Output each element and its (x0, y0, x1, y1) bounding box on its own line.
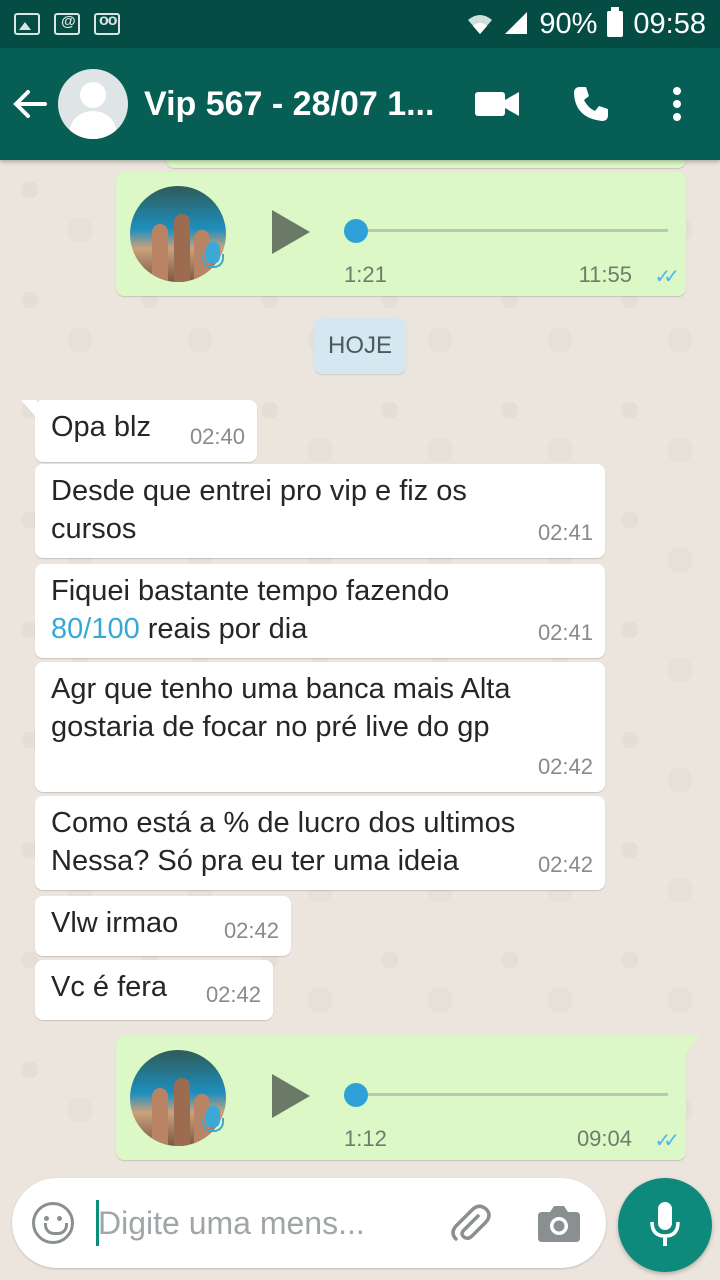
message-list[interactable]: 1:21 11:55 ✓✓ HOJE Opa blz 02:40 Desde q… (0, 160, 720, 1170)
message-bubble[interactable]: Vc é fera 02:42 (35, 960, 273, 1020)
message-bubble[interactable]: Desde que entrei pro vip e fiz os cursos… (35, 464, 605, 558)
message-text-line: Nessa? Só pra eu ter uma ideia (51, 845, 459, 877)
message-text-line: 80/100 reais por dia (51, 610, 589, 648)
camera-icon[interactable] (538, 1204, 580, 1242)
message-time: 02:42 (537, 852, 593, 877)
audio-progress-track[interactable] (356, 229, 668, 232)
message-bubble[interactable]: Vlw irmao 02:42 (35, 896, 291, 956)
chat-title[interactable]: Vip 567 - 28/07 1... (144, 85, 454, 124)
record-voice-button[interactable] (618, 1178, 712, 1272)
message-time: 02:41 (537, 620, 593, 645)
wifi-icon (468, 15, 493, 34)
audio-progress-track[interactable] (356, 1093, 668, 1096)
video-call-icon (475, 92, 519, 116)
message-text: Vc é fera (51, 971, 168, 1003)
mic-icon (202, 242, 224, 268)
audio-duration: 1:12 (344, 1126, 387, 1151)
video-call-button[interactable] (472, 48, 522, 160)
more-options-button[interactable] (660, 48, 694, 160)
avatar[interactable] (58, 69, 128, 139)
system-icons: 90% 09:58 (467, 7, 706, 41)
more-options-icon (673, 87, 681, 121)
play-button[interactable] (272, 1074, 310, 1118)
message-time: 11:55 (578, 262, 632, 287)
microphone-icon (650, 1202, 680, 1246)
photo-icon (14, 13, 40, 35)
mic-icon (202, 1106, 224, 1132)
audio-duration: 1:21 (344, 262, 387, 287)
message-time: 02:40 (189, 424, 245, 449)
message-input-container[interactable] (12, 1178, 606, 1268)
message-time: 02:42 (205, 982, 261, 1007)
phone-number-link[interactable]: 80/100 (51, 613, 140, 645)
voicemail-icon (94, 12, 120, 35)
back-button[interactable] (2, 48, 58, 160)
message-time: 09:04 (576, 1126, 632, 1151)
message-bubble[interactable]: Opa blz 02:40 (21, 400, 257, 462)
message-input[interactable] (98, 1196, 418, 1250)
play-button[interactable] (272, 210, 310, 254)
voice-message[interactable]: 1:21 11:55 ✓✓ (116, 172, 686, 296)
audio-progress-thumb[interactable] (344, 1083, 368, 1107)
attach-icon[interactable] (448, 1202, 492, 1246)
message-time: 02:42 (223, 918, 279, 943)
message-text-line: Como está a % de lucro dos ultimos (51, 807, 516, 839)
back-arrow-icon (13, 90, 47, 118)
bubble-tail (21, 400, 37, 418)
message-bubble[interactable]: Como está a % de lucro dos ultimos Nessa… (35, 796, 605, 890)
message-time: 02:41 (537, 520, 593, 545)
message-time: 02:42 (537, 754, 593, 779)
voice-call-button[interactable] (568, 48, 614, 160)
voice-message[interactable]: 1:12 09:04 ✓✓ (116, 1036, 700, 1160)
chat-header: Vip 567 - 28/07 1... (0, 48, 720, 160)
clock: 09:58 (633, 7, 706, 40)
message-text-line: gostaria de focar no pré live do gp (51, 711, 490, 743)
message-text-line: Agr que tenho uma banca mais Alta (51, 673, 511, 705)
message-bubble[interactable]: Agr que tenho uma banca mais Alta gostar… (35, 662, 605, 792)
signal-icon (505, 12, 528, 34)
battery-percent: 90% (539, 7, 598, 40)
message-bubble[interactable]: Fiquei bastante tempo fazendo 80/100 rea… (35, 564, 605, 658)
previous-message-edge (166, 160, 686, 168)
read-ticks-icon: ✓✓ (654, 266, 679, 288)
message-text: reais por dia (139, 613, 308, 645)
composer-bar (0, 1170, 720, 1280)
email-icon (54, 13, 80, 35)
message-text: Vlw irmao (51, 907, 179, 939)
emoji-icon[interactable] (32, 1202, 74, 1244)
date-divider: HOJE (314, 318, 406, 374)
message-text: Opa blz (51, 411, 151, 443)
battery-icon (607, 7, 624, 37)
read-ticks-icon: ✓✓ (654, 1130, 679, 1152)
message-text-line: cursos (51, 513, 137, 545)
message-text-line: Fiquei bastante tempo fazendo (51, 575, 450, 607)
message-text-line: Desde que entrei pro vip e fiz os (51, 475, 467, 507)
audio-progress-thumb[interactable] (344, 219, 368, 243)
phone-icon (574, 87, 608, 121)
bubble-tail (684, 1036, 700, 1054)
status-bar: 90% 09:58 (0, 0, 720, 48)
notification-icons (14, 12, 120, 35)
